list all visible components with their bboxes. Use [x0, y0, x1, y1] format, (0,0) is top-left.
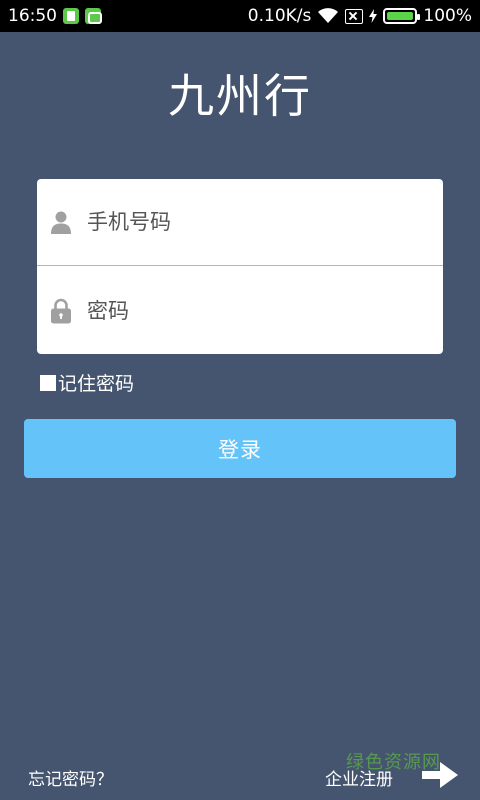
remember-password[interactable]: 记住密码: [40, 369, 134, 396]
status-right: 0.10K/s 100%: [248, 6, 472, 26]
remember-label: 记住密码: [58, 373, 135, 395]
battery-fill: [387, 12, 414, 20]
notification-app-icon: [63, 8, 79, 24]
phone-input[interactable]: [87, 210, 387, 234]
status-time: 16:50: [8, 6, 57, 26]
password-input[interactable]: [87, 298, 387, 323]
phone-field: [37, 179, 443, 266]
battery-percent: 100%: [423, 6, 472, 26]
network-speed: 0.10K/s: [247, 6, 312, 26]
no-sim-icon: [345, 8, 364, 24]
app-title: 九州行: [168, 69, 312, 123]
login-button[interactable]: 登录: [24, 419, 456, 478]
forgot-password-link[interactable]: 忘记密码？: [28, 765, 113, 790]
battery-icon: [383, 8, 421, 24]
wifi-icon: [318, 8, 339, 23]
status-left: 16:50: [8, 6, 102, 26]
status-bar: 16:50 0.10K/s 100%: [0, 0, 480, 32]
charging-icon: [369, 9, 378, 23]
login-card: [37, 179, 443, 354]
arrow-right-icon[interactable]: [422, 762, 458, 788]
person-icon: [51, 209, 71, 235]
password-field: [37, 267, 443, 354]
lock-icon: [51, 298, 71, 324]
notification-robot-icon: [85, 8, 102, 24]
remember-checkbox[interactable]: [40, 374, 56, 391]
enterprise-register-link[interactable]: 企业注册: [325, 765, 393, 790]
